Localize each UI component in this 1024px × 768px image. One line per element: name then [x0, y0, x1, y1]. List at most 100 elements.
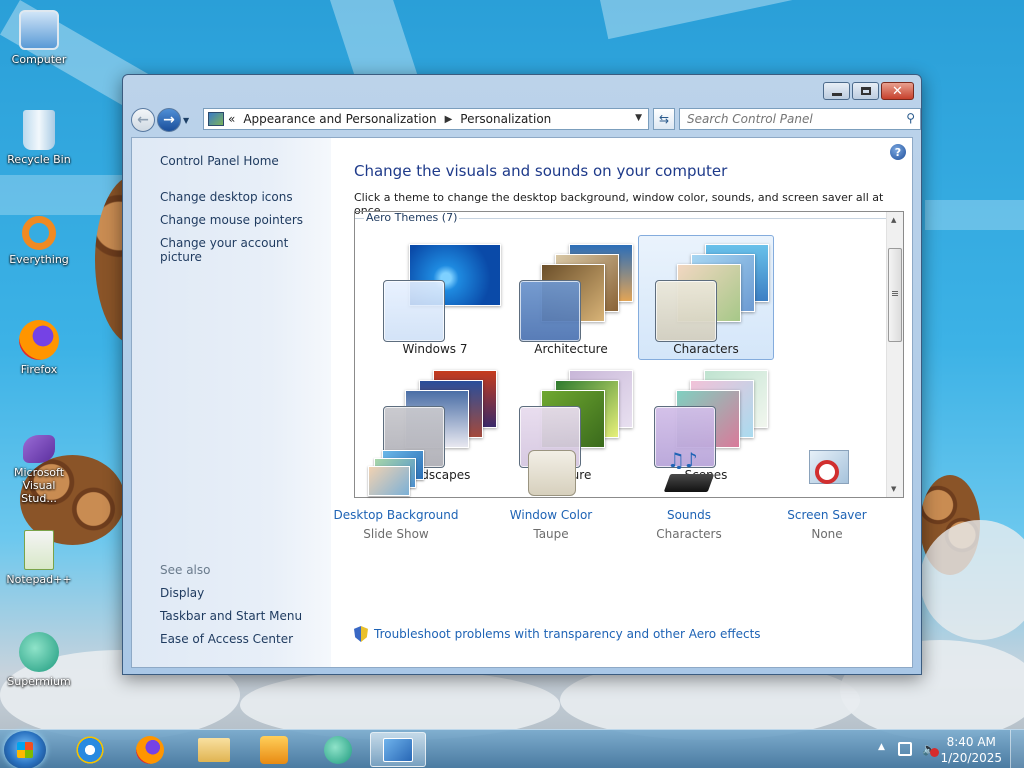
screen-saver-icon — [799, 448, 855, 498]
screen-saver-setting[interactable]: Screen Saver None — [762, 448, 892, 541]
desktop-icon-everything[interactable]: Everything — [4, 216, 74, 266]
grip-icon — [892, 291, 898, 292]
sounds-value: Characters — [656, 527, 722, 541]
close-icon: ✕ — [892, 83, 903, 99]
recent-pages-dropdown[interactable]: ▼ — [183, 116, 193, 125]
troubleshoot-label[interactable]: Troubleshoot problems with transparency … — [374, 627, 761, 641]
supermium-icon — [324, 735, 352, 764]
firefox-icon — [19, 320, 59, 360]
show-desktop-button[interactable] — [1010, 730, 1024, 768]
navigation-bar: ← → ▼ « Appearance and Personalization ▶… — [131, 107, 921, 133]
start-button[interactable] — [4, 731, 46, 768]
breadcrumb-appearance[interactable]: Appearance and Personalization — [243, 112, 436, 126]
change-desktop-icons-link[interactable]: Change desktop icons — [160, 190, 293, 204]
taskbar-firefox[interactable] — [122, 732, 178, 767]
network-icon[interactable] — [898, 742, 912, 756]
close-button[interactable]: ✕ — [881, 82, 914, 100]
theme-preview — [379, 244, 501, 342]
desktop-icon-supermium[interactable]: Supermium — [4, 632, 74, 688]
troubleshoot-link[interactable]: Troubleshoot problems with transparency … — [354, 626, 761, 642]
sounds-label[interactable]: Sounds — [624, 508, 754, 522]
change-account-picture-link[interactable]: Change your account picture — [160, 236, 331, 264]
screen-saver-label[interactable]: Screen Saver — [762, 508, 892, 522]
recycle-bin-icon — [23, 110, 55, 150]
refresh-button[interactable]: ⇆ — [653, 108, 675, 130]
search-input[interactable] — [680, 109, 890, 129]
system-tray: ▲ 🔈 8:40 AM 1/20/2025 — [874, 730, 1024, 768]
folder-icon — [198, 737, 230, 762]
windows-logo-icon — [17, 742, 33, 758]
forward-button[interactable]: → — [157, 108, 181, 132]
visual-studio-icon — [23, 435, 55, 463]
notepad-plus-plus-icon — [24, 530, 54, 570]
theme-preview — [651, 244, 771, 342]
sounds-setting[interactable]: ♫♪ Sounds Characters — [624, 448, 754, 541]
taskbar-start-menu-link[interactable]: Taskbar and Start Menu — [160, 609, 302, 623]
desktop-icon-recycle-bin[interactable]: Recycle Bin — [4, 110, 74, 166]
left-pane: Control Panel Home Change desktop icons … — [132, 138, 331, 667]
screen-saver-value: None — [811, 527, 843, 541]
forward-arrow-icon: → — [163, 112, 175, 128]
clock[interactable]: 8:40 AM 1/20/2025 — [940, 734, 1002, 766]
theme-windows-7[interactable]: Windows 7 — [367, 236, 503, 361]
desktop-background-label[interactable]: Desktop Background — [331, 508, 461, 522]
theme-characters[interactable]: Characters — [638, 235, 774, 360]
maximize-button[interactable] — [852, 82, 879, 100]
everything-icon — [22, 216, 56, 250]
window-color-label[interactable]: Window Color — [486, 508, 616, 522]
ease-of-access-link[interactable]: Ease of Access Center — [160, 632, 293, 646]
main-pane: ? Change the visuals and sounds on your … — [331, 138, 912, 667]
theme-preview — [515, 244, 635, 342]
back-button[interactable]: ← — [131, 108, 155, 132]
breadcrumb-chevron-icon[interactable]: ▶ — [445, 114, 453, 125]
show-hidden-icons-icon[interactable]: ▲ — [878, 742, 885, 752]
address-dropdown-icon[interactable]: ▼ — [635, 113, 642, 123]
display-link[interactable]: Display — [160, 586, 204, 600]
personalization-window: ✕ ← → ▼ « Appearance and Personalization… — [122, 74, 922, 675]
taskbar-control-panel[interactable] — [370, 732, 426, 767]
scroll-up-icon[interactable]: ▲ — [891, 216, 896, 224]
back-arrow-icon: ← — [137, 112, 149, 128]
desktop-icon-notepad-plus-plus[interactable]: Notepad++ — [4, 530, 74, 586]
taskbar-supermium[interactable] — [310, 732, 366, 767]
content-area: Control Panel Home Change desktop icons … — [131, 137, 913, 668]
taskbar-file-explorer[interactable] — [186, 732, 242, 767]
supermium-icon — [19, 632, 59, 672]
theme-name: Windows 7 — [402, 342, 468, 356]
search-icon[interactable]: ⚲ — [906, 111, 915, 125]
desktop-background-icon — [368, 448, 424, 498]
taskbar: ▲ 🔈 8:40 AM 1/20/2025 — [0, 729, 1024, 768]
minimize-button[interactable] — [823, 82, 850, 100]
see-also-heading: See also — [160, 563, 211, 577]
breadcrumb-overflow[interactable]: « — [228, 112, 235, 126]
desktop-icon-visual-studio[interactable]: Microsoft Visual Stud... — [4, 435, 74, 505]
search-box[interactable]: ⚲ — [679, 108, 921, 130]
aero-themes-group-label: Aero Themes (7) — [364, 211, 460, 224]
firefox-icon — [136, 735, 164, 764]
taskbar-internet-explorer[interactable] — [62, 732, 118, 767]
internet-explorer-icon — [76, 735, 104, 764]
address-bar[interactable]: « Appearance and Personalization ▶ Perso… — [203, 108, 649, 130]
minimize-icon — [831, 92, 842, 96]
clock-date: 1/20/2025 — [940, 751, 1002, 765]
help-icon[interactable]: ? — [890, 144, 906, 160]
refresh-icon: ⇆ — [658, 112, 670, 126]
window-color-setting[interactable]: Window Color Taupe — [486, 448, 616, 541]
breadcrumb-personalization[interactable]: Personalization — [460, 112, 551, 126]
theme-name: Architecture — [534, 342, 608, 356]
clock-time: 8:40 AM — [946, 735, 996, 749]
theme-architecture[interactable]: Architecture — [503, 236, 639, 361]
desktop-background-setting[interactable]: Desktop Background Slide Show — [331, 448, 461, 541]
change-mouse-pointers-link[interactable]: Change mouse pointers — [160, 213, 303, 227]
page-title: Change the visuals and sounds on your co… — [354, 162, 728, 180]
media-player-icon — [260, 735, 288, 764]
control-panel-icon — [383, 737, 413, 762]
taskbar-media-player[interactable] — [246, 732, 302, 767]
uac-shield-icon — [354, 626, 368, 642]
control-panel-icon — [208, 112, 224, 126]
control-panel-home-link[interactable]: Control Panel Home — [160, 154, 279, 168]
scrollbar-thumb[interactable] — [888, 248, 902, 342]
desktop-icon-firefox[interactable]: Firefox — [4, 320, 74, 376]
desktop-icon-computer[interactable]: Computer — [4, 10, 74, 66]
theme-preview — [515, 370, 635, 468]
